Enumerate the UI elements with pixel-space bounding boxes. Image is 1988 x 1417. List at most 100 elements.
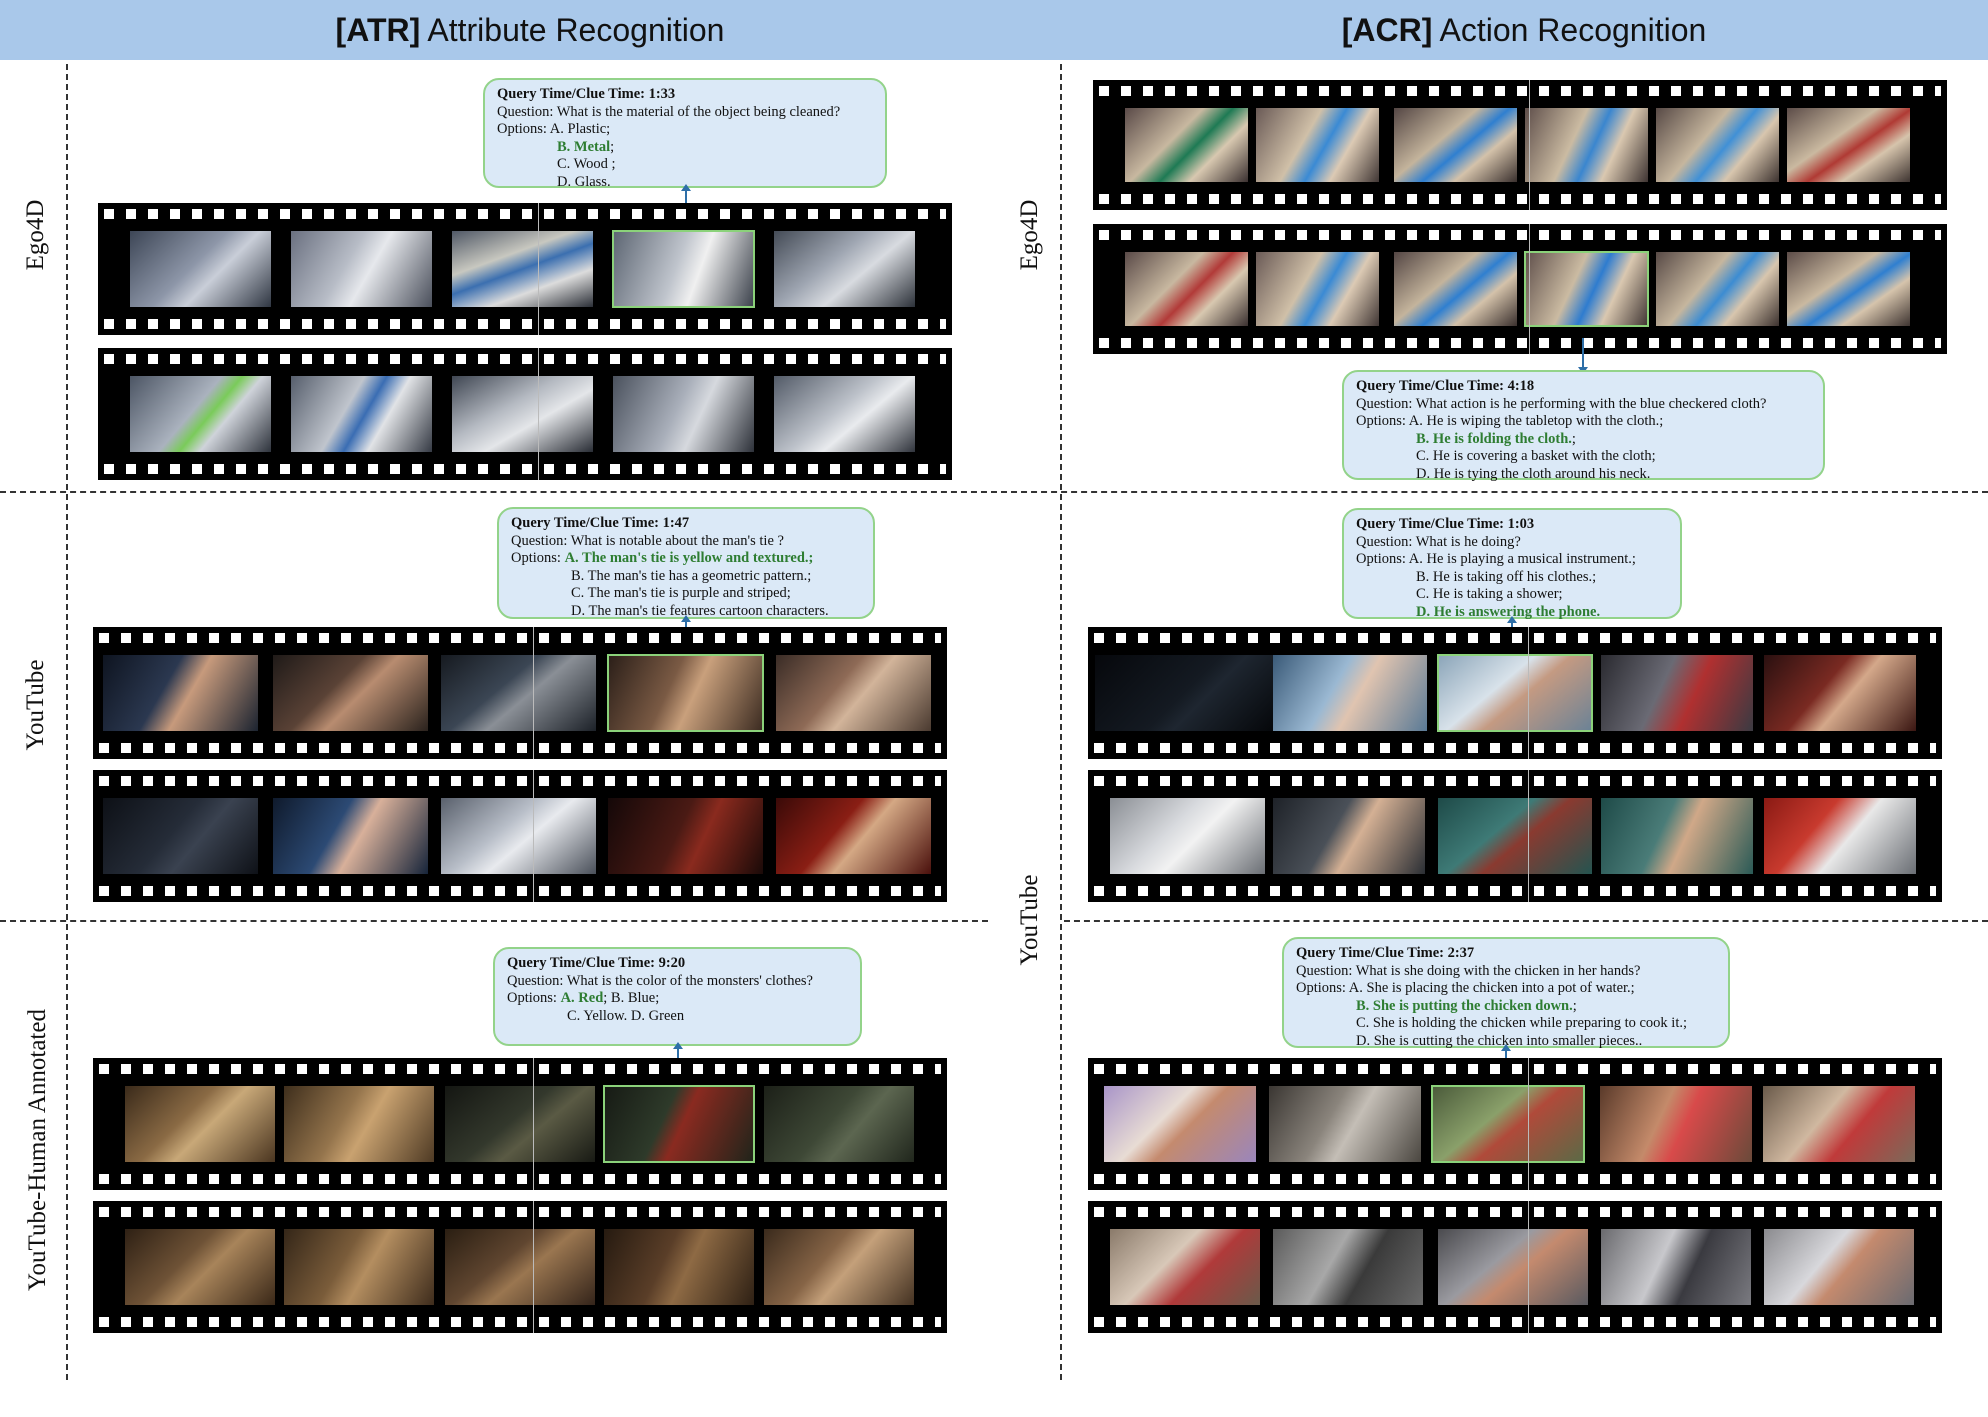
sprocket-holes: [104, 464, 946, 474]
option-b: B. The man's tie has a geometric pattern…: [571, 567, 812, 584]
frame-seam: [1528, 770, 1529, 902]
film-strip-atr-human-1: [93, 1058, 947, 1190]
video-frame: [608, 798, 763, 874]
video-frame: [1764, 1229, 1914, 1305]
film-strip-atr-ego4d-1: [98, 203, 952, 335]
video-frame-clue: [1431, 1085, 1585, 1163]
video-frame-clue: [612, 230, 755, 308]
video-frame: [103, 798, 258, 874]
question-box-acr-youtube: Query Time/Clue Time: 1:03 Question: Wha…: [1342, 508, 1682, 620]
row-label-atr-youtube: YouTube: [22, 659, 49, 751]
film-strip-acr-human-1: [1088, 1058, 1942, 1190]
frame-seam: [1529, 80, 1530, 210]
video-frame: [1787, 108, 1910, 182]
frame-seam: [538, 203, 539, 335]
query-time: Query Time/Clue Time: 4:18: [1356, 378, 1535, 394]
video-frame-clue: [1524, 251, 1649, 327]
options-prefix: Options:: [507, 990, 561, 1006]
sprocket-holes: [99, 1317, 941, 1327]
sprocket-holes: [1099, 194, 1941, 204]
row-divider-1: [0, 491, 1988, 493]
frame-seam: [533, 627, 534, 759]
atr-section-title: [ATR] Attribute Recognition: [0, 0, 1060, 60]
video-frame: [1110, 798, 1265, 874]
row-label-acr-youtube: YouTube: [1016, 874, 1043, 966]
video-frame: [284, 1229, 434, 1305]
acr-tag: [ACR]: [1341, 12, 1433, 48]
sprocket-holes: [104, 209, 946, 219]
question-text: Question: What action is he performing w…: [1356, 395, 1767, 412]
video-frame: [1110, 1229, 1260, 1305]
frame-seam: [538, 348, 539, 480]
sprocket-holes: [99, 633, 941, 643]
sprocket-holes: [99, 886, 941, 896]
video-frame: [1764, 655, 1916, 731]
acr-section-title: [ACR] Action Recognition: [1060, 0, 1988, 60]
option-a-correct: A. The man's tie is yellow and textured.…: [564, 550, 814, 566]
question-text: Question: What is the material of the ob…: [497, 103, 841, 120]
video-frame: [604, 1229, 754, 1305]
question-text: Question: What is notable about the man'…: [511, 532, 784, 549]
video-frame: [1601, 655, 1753, 731]
video-frame: [1394, 252, 1517, 326]
video-frame: [1600, 1086, 1752, 1162]
atr-tag: [ATR]: [335, 12, 421, 48]
video-frame: [1256, 252, 1379, 326]
video-frame: [130, 376, 271, 452]
video-frame: [1394, 108, 1517, 182]
sprocket-holes: [99, 1207, 941, 1217]
sprocket-holes: [1099, 338, 1941, 348]
film-strip-atr-human-2: [93, 1201, 947, 1333]
video-frame: [1269, 1086, 1421, 1162]
video-frame: [774, 376, 915, 452]
video-frame: [125, 1229, 275, 1305]
option-a: A. Plastic;: [549, 121, 611, 137]
video-frame: [1438, 1229, 1588, 1305]
sprocket-holes: [1094, 1174, 1936, 1184]
row-divider-2-right: [1064, 920, 1988, 922]
video-frame: [776, 655, 931, 731]
question-text: Question: What is he doing?: [1356, 533, 1521, 550]
video-frame: [1525, 108, 1648, 182]
left-label-divider: [66, 64, 68, 1380]
question-box-atr-ego4d: Query Time/Clue Time: 1:33 Question: Wha…: [483, 78, 887, 190]
sprocket-holes: [99, 743, 941, 753]
video-frame: [445, 1229, 595, 1305]
video-frame: [130, 231, 271, 307]
option-c: C. Wood ;: [557, 156, 616, 172]
frame-seam: [1528, 1201, 1529, 1333]
video-frame: [1104, 1086, 1256, 1162]
option-c: C. He is covering a basket with the clot…: [1416, 448, 1656, 464]
option-a-correct: A. Red: [560, 990, 604, 1006]
video-frame: [776, 798, 931, 874]
video-frame: [1763, 1086, 1915, 1162]
video-frame: [1273, 798, 1425, 874]
film-strip-acr-youtube-1: [1088, 627, 1942, 759]
row-label-acr-ego4d: Ego4D: [1016, 199, 1043, 271]
row-label-atr-human: YouTube-Human Annotated: [24, 1009, 51, 1291]
sprocket-holes: [99, 1174, 941, 1184]
film-strip-acr-ego4d-2: [1093, 224, 1947, 354]
film-strip-atr-youtube-1: [93, 627, 947, 759]
video-frame: [764, 1086, 914, 1162]
sprocket-holes: [1094, 1317, 1936, 1327]
query-time: Query Time/Clue Time: 1:33: [497, 86, 676, 102]
video-frame: [1125, 252, 1248, 326]
frame-seam: [1528, 627, 1529, 759]
sprocket-holes: [99, 1064, 941, 1074]
video-frame: [613, 376, 754, 452]
options-prefix: Options:: [511, 550, 565, 566]
option-b-suffix: ;: [1572, 997, 1577, 1014]
frame-seam: [533, 1201, 534, 1333]
video-frame: [1256, 108, 1379, 182]
video-frame: [125, 1086, 275, 1162]
query-time: Query Time/Clue Time: 9:20: [507, 955, 686, 971]
question-box-acr-ego4d: Query Time/Clue Time: 4:18 Question: Wha…: [1342, 370, 1825, 482]
video-frame-clue: [607, 654, 764, 732]
option-c: C. The man's tie is purple and striped;: [571, 585, 791, 601]
sprocket-holes: [99, 776, 941, 786]
options-prefix: Options:: [1296, 980, 1349, 996]
frame-seam: [1529, 224, 1530, 354]
atr-title: Attribute Recognition: [427, 12, 725, 48]
video-frame: [1787, 252, 1910, 326]
